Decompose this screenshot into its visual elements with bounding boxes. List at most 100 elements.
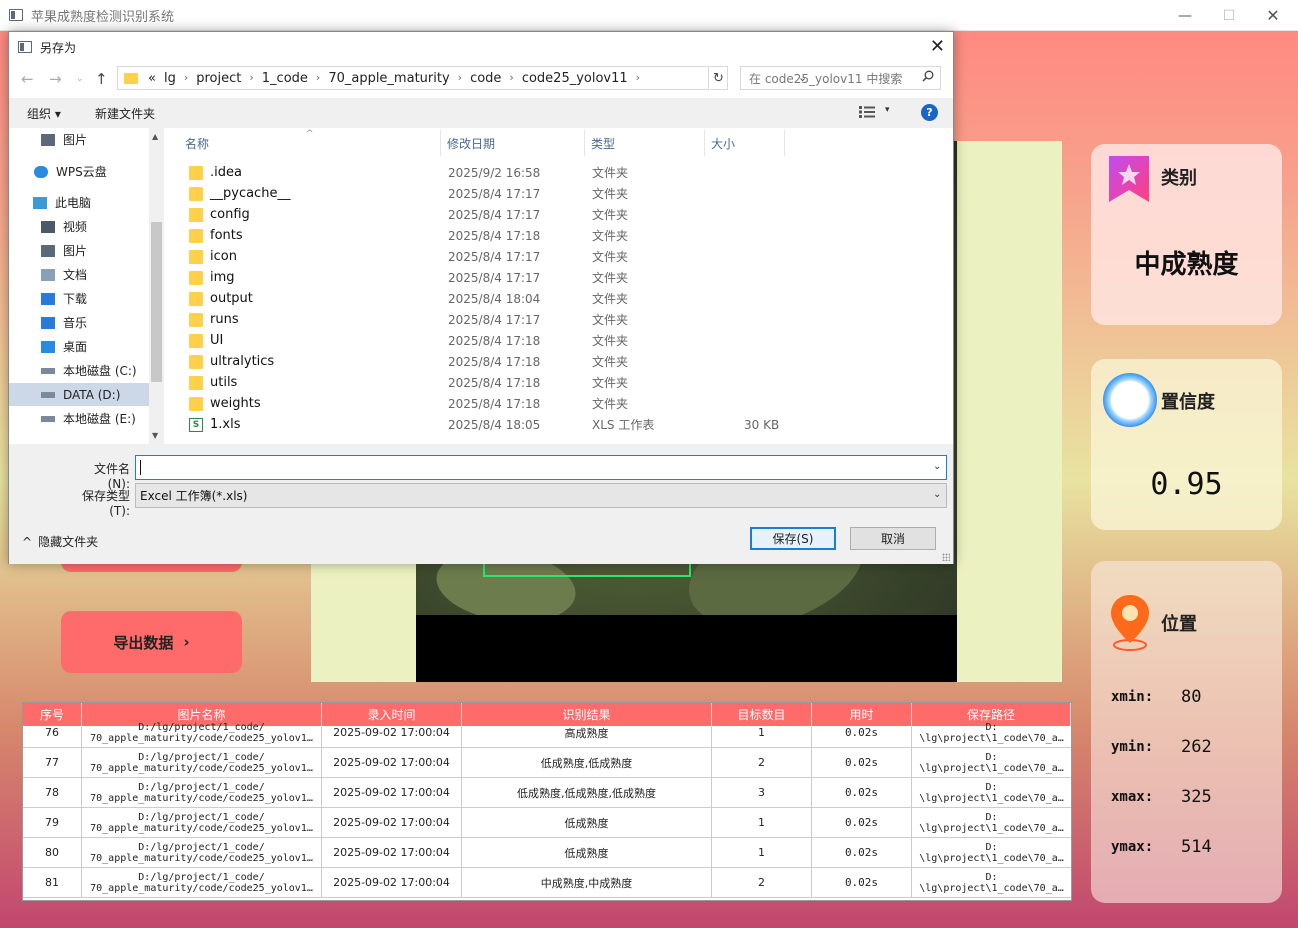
breadcrumb-item[interactable]: code [470, 71, 501, 86]
xmin-label: xmin: [1111, 689, 1154, 705]
save-path-line1: D: [985, 781, 998, 793]
address-row: ← → ⌄ ↑ « lg › project › 1_code › 70_apple_mat… [9, 66, 953, 92]
minimize-icon[interactable]: — [1162, 0, 1208, 31]
new-folder-button[interactable]: 新建文件夹 [95, 105, 155, 122]
folder-item[interactable]: .idea 2025/9/2 16:58 文件夹 [165, 162, 953, 183]
nav-item[interactable]: 本地磁盘 (E:) [9, 407, 149, 430]
folder-icon [189, 354, 203, 369]
hide-folders-toggle[interactable]: ^ 隐藏文件夹 [22, 533, 98, 550]
export-data-button[interactable]: 导出数据 › [61, 611, 242, 673]
folder-item[interactable]: config 2025/8/4 17:17 文件夹 [165, 204, 953, 225]
nav-item[interactable]: 音乐 [9, 311, 149, 334]
navigation-scrollbar[interactable]: ▲ ▼ [149, 128, 164, 444]
save-button[interactable]: 保存(S) [750, 527, 836, 550]
folder-item[interactable]: output 2025/8/4 18:04 文件夹 [165, 288, 953, 309]
cell-image-name: D:/lg/project/1_code/70_apple_maturity/c… [82, 868, 322, 897]
breadcrumb-item[interactable]: project [196, 71, 241, 86]
folder-item[interactable]: fonts 2025/8/4 17:18 文件夹 [165, 225, 953, 246]
nav-item[interactable]: DATA (D:) [9, 383, 149, 406]
file-type: 文件夹 [592, 334, 629, 348]
organize-button[interactable]: 组织 ▾ [27, 105, 61, 122]
nav-item[interactable]: 桌面 [9, 335, 149, 358]
chevron-down-icon[interactable]: ⌄ [933, 461, 941, 472]
dialog-close-icon[interactable]: ✕ [930, 36, 945, 57]
file-item[interactable]: S 1.xls 2025/8/4 18:05 XLS 工作表 30 KB [165, 414, 953, 435]
file-type: 文件夹 [592, 208, 629, 222]
breadcrumb-item[interactable]: code25_yolov11 [522, 71, 628, 86]
close-icon[interactable]: ✕ [1250, 0, 1296, 31]
cancel-button[interactable]: 取消 [850, 527, 936, 550]
table-row[interactable]: 78 D:/lg/project/1_code/70_apple_maturity… [23, 778, 1071, 808]
folder-item[interactable]: ultralytics 2025/8/4 17:18 文件夹 [165, 351, 953, 372]
table-row[interactable]: 81 D:/lg/project/1_code/70_apple_maturity… [23, 868, 1071, 898]
dialog-titlebar: 另存为 ✕ [9, 32, 953, 62]
breadcrumb-separator-icon[interactable]: › [509, 71, 513, 86]
cell-result: 中成熟度,中成熟度 [462, 868, 712, 897]
back-arrow-icon[interactable]: ← [21, 70, 34, 88]
file-type: 文件夹 [592, 271, 629, 285]
filename-input[interactable] [135, 455, 947, 480]
view-dropdown-icon[interactable]: ▾ [885, 105, 890, 115]
save-as-dialog: 另存为 ✕ ← → ⌄ ↑ « lg › project › 1_code › 70_app… [8, 31, 954, 564]
folder-item[interactable]: icon 2025/8/4 17:17 文件夹 [165, 246, 953, 267]
up-arrow-icon[interactable]: ↑ [95, 70, 108, 88]
breadcrumb-separator-icon[interactable]: › [249, 71, 253, 86]
column-name[interactable]: 名称 [165, 130, 441, 156]
breadcrumb-item[interactable]: 70_apple_maturity [328, 71, 449, 86]
file-type: 文件夹 [592, 229, 629, 243]
nav-item[interactable]: WPS云盘 [9, 160, 149, 183]
scroll-down-icon[interactable]: ▼ [152, 431, 158, 440]
folder-item[interactable]: utils 2025/8/4 17:18 文件夹 [165, 372, 953, 393]
chevron-down-icon[interactable]: ⌄ [933, 489, 941, 500]
file-list: 名称 修改日期 类型 大小 ^ .idea 2025/9/2 16:58 文件夹 __… [165, 128, 953, 444]
nav-item[interactable]: 文档 [9, 263, 149, 286]
scroll-up-icon[interactable]: ▲ [152, 132, 158, 141]
breadcrumb-item[interactable]: 1_code [262, 71, 308, 86]
file-type: 文件夹 [592, 166, 629, 180]
save-path-line1: D: [985, 841, 998, 853]
nav-item[interactable]: 图片 [9, 239, 149, 262]
breadcrumb-separator-icon[interactable]: › [458, 71, 462, 86]
maximize-icon[interactable]: ☐ [1206, 0, 1252, 31]
column-date-modified[interactable]: 修改日期 [441, 130, 585, 156]
column-type[interactable]: 类型 [585, 130, 705, 156]
table-row[interactable]: 76 D:/lg/project/1_code/70_apple_maturity… [23, 718, 1071, 748]
nav-item[interactable]: 此电脑 [9, 191, 149, 214]
recent-locations-icon[interactable]: ⌄ [76, 74, 84, 84]
nav-item[interactable]: 视频 [9, 215, 149, 238]
folder-item[interactable]: img 2025/8/4 17:17 文件夹 [165, 267, 953, 288]
folder-item[interactable]: UI 2025/8/4 17:18 文件夹 [165, 330, 953, 351]
cell-count: 1 [712, 838, 812, 867]
breadcrumb-overflow[interactable]: « [148, 71, 156, 86]
cell-count: 3 [712, 778, 812, 807]
address-bar[interactable]: « lg › project › 1_code › 70_apple_maturity › co… [117, 66, 807, 90]
cell-index: 79 [23, 808, 82, 837]
folder-item[interactable]: runs 2025/8/4 17:17 文件夹 [165, 309, 953, 330]
table-row[interactable]: 77 D:/lg/project/1_code/70_apple_maturity… [23, 748, 1071, 778]
nav-item[interactable]: 本地磁盘 (C:) [9, 359, 149, 382]
nav-item[interactable]: 图片 [9, 128, 149, 151]
view-options-icon[interactable] [859, 106, 875, 118]
folder-item[interactable]: weights 2025/8/4 17:18 文件夹 [165, 393, 953, 414]
breadcrumb-separator-icon[interactable]: › [316, 71, 320, 86]
resize-grip[interactable] [942, 553, 950, 561]
refresh-icon[interactable]: ↻ [710, 66, 728, 90]
breadcrumb-item[interactable]: lg [164, 71, 176, 86]
breadcrumb-separator-icon[interactable]: › [636, 71, 640, 86]
folder-item[interactable]: __pycache__ 2025/8/4 17:17 文件夹 [165, 183, 953, 204]
cell-image-name: D:/lg/project/1_code/70_apple_maturity/c… [82, 748, 322, 777]
scrollbar-thumb[interactable] [151, 222, 162, 382]
help-icon[interactable]: ? [921, 104, 938, 121]
cell-index: 80 [23, 838, 82, 867]
breadcrumb-separator-icon[interactable]: › [184, 71, 188, 86]
column-size[interactable]: 大小 [705, 130, 785, 156]
chevron-right-icon: › [183, 633, 190, 651]
filetype-select[interactable]: Excel 工作簿(*.xls) [135, 483, 947, 508]
forward-arrow-icon[interactable]: → [49, 70, 62, 88]
nav-item[interactable]: 下载 [9, 287, 149, 310]
table-row[interactable]: 80 D:/lg/project/1_code/70_apple_maturity… [23, 838, 1071, 868]
file-name: UI [210, 333, 224, 348]
search-input[interactable]: 在 code25_yolov11 中搜索 [740, 66, 941, 90]
table-row[interactable]: 79 D:/lg/project/1_code/70_apple_maturity… [23, 808, 1071, 838]
confidence-value: 0.95 [1150, 467, 1223, 502]
